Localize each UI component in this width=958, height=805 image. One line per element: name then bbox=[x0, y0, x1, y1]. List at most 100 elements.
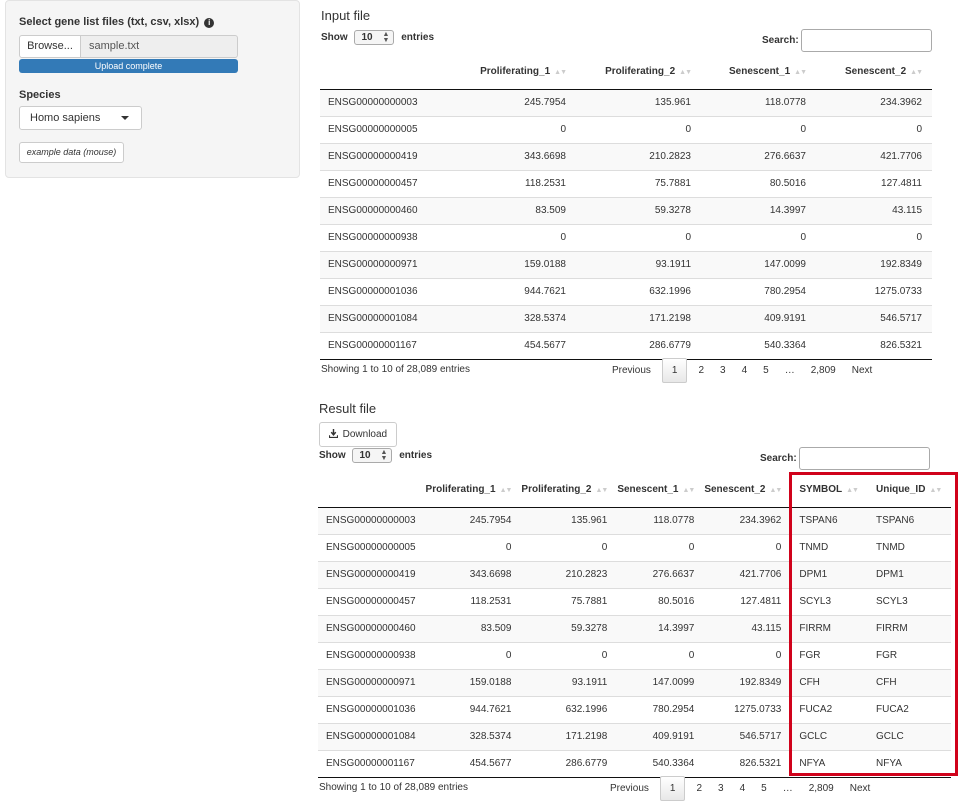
browse-button[interactable]: Browse... bbox=[19, 35, 81, 58]
next-page-button[interactable]: Next bbox=[844, 358, 881, 383]
table-cell: 421.7706 bbox=[816, 142, 932, 170]
table-row[interactable]: ENSG00000000457 118.2531 75.7881 80.5016 127… bbox=[318, 587, 952, 615]
table-row[interactable]: ENSG00000001167 454.5677 286.6779 540.3364 8… bbox=[320, 331, 932, 360]
example-data-button[interactable]: example data (mouse) bbox=[19, 142, 124, 163]
table-cell: ENSG00000001167 bbox=[320, 331, 460, 360]
table-cell: NFYA bbox=[867, 749, 952, 778]
page-button[interactable]: 2,809 bbox=[801, 776, 842, 801]
sort-icon: ▲▼ bbox=[769, 486, 782, 494]
table-cell: 454.5677 bbox=[425, 749, 522, 778]
input-pagination: Previous 1 2 3 4 5… 2,809 Next bbox=[604, 358, 880, 383]
page-button[interactable]: 1 bbox=[661, 358, 688, 383]
table-cell: 409.9191 bbox=[701, 304, 816, 332]
result-search-label: Search: bbox=[760, 453, 797, 464]
page-button[interactable]: 5 bbox=[755, 358, 777, 383]
table-row[interactable]: ENSG00000001167 454.5677 286.6779 540.3364 8… bbox=[318, 749, 952, 778]
page-button[interactable]: 3 bbox=[712, 358, 734, 383]
table-row[interactable]: ENSG00000000457 118.2531 75.7881 80.5016 127… bbox=[320, 169, 932, 197]
table-row[interactable]: ENSG00000000003 245.7954 135.961 118.0778 23… bbox=[318, 507, 952, 534]
table-cell: 127.4811 bbox=[816, 169, 932, 197]
table-cell: 343.6698 bbox=[425, 560, 522, 588]
previous-page-button[interactable]: Previous bbox=[602, 776, 657, 801]
page-button[interactable]: 2,809 bbox=[803, 358, 844, 383]
column-header[interactable]: Senescent_1 ▲▼ bbox=[617, 472, 705, 508]
table-cell: 944.7621 bbox=[460, 277, 576, 305]
table-cell: 80.5016 bbox=[617, 587, 705, 615]
table-cell: 59.3278 bbox=[576, 196, 701, 224]
page-button[interactable]: 4 bbox=[732, 776, 754, 801]
table-row[interactable]: ENSG00000000971 159.0188 93.1911 147.0099 19… bbox=[320, 250, 932, 278]
download-button[interactable]: Download bbox=[319, 422, 397, 447]
species-select[interactable]: Homo sapiens bbox=[19, 106, 142, 130]
column-header-label: Senescent_2 bbox=[844, 65, 907, 77]
sort-icon: ▲▼ bbox=[846, 486, 859, 494]
table-row[interactable]: ENSG00000000460 83.509 59.3278 14.3997 43.11… bbox=[318, 614, 952, 642]
table-cell: 0 bbox=[701, 223, 816, 251]
page-button[interactable]: 3 bbox=[710, 776, 732, 801]
table-row[interactable]: ENSG00000001084 328.5374 171.2198 409.9191 5… bbox=[318, 722, 952, 750]
column-header[interactable]: Unique_ID ▲▼ bbox=[867, 472, 952, 508]
table-row[interactable]: ENSG00000000419 343.6698 210.2823 276.6637 4… bbox=[318, 560, 952, 588]
table-cell: 276.6637 bbox=[617, 560, 705, 588]
result-length-select[interactable]: 10 ▲ ▼ bbox=[352, 448, 393, 463]
previous-page-button[interactable]: Previous bbox=[604, 358, 659, 383]
table-row[interactable]: ENSG00000000938 0 0 0 0 bbox=[320, 223, 932, 251]
table-cell: ENSG00000000005 bbox=[318, 533, 426, 561]
next-page-button[interactable]: Next bbox=[842, 776, 879, 801]
column-header[interactable]: SYMBOL ▲▼ bbox=[791, 472, 868, 508]
result-length-control: Show 10 ▲ ▼ entries bbox=[319, 448, 432, 463]
table-cell: DPM1 bbox=[867, 560, 952, 588]
table-row[interactable]: ENSG00000000419 343.6698 210.2823 276.6637 4… bbox=[320, 142, 932, 170]
table-row[interactable]: ENSG00000000005 0 0 0 0 TNMD TNMD bbox=[318, 533, 952, 561]
table-row[interactable]: ENSG00000000971 159.0188 93.1911 147.0099 19… bbox=[318, 668, 952, 696]
table-cell: 0 bbox=[816, 223, 932, 251]
page-button[interactable]: 5 bbox=[753, 776, 775, 801]
table-row[interactable]: ENSG00000001036 944.7621 632.1996 780.2954 1… bbox=[320, 277, 932, 305]
sort-icon: ▲▼ bbox=[595, 486, 608, 494]
page-button[interactable]: 1 bbox=[659, 776, 686, 801]
page-button[interactable]: … bbox=[775, 776, 801, 801]
table-cell: TSPAN6 bbox=[867, 507, 952, 534]
input-search-input[interactable] bbox=[801, 29, 932, 52]
column-header[interactable]: Senescent_2 ▲▼ bbox=[704, 472, 792, 508]
input-search-label: Search: bbox=[762, 35, 799, 46]
page-button[interactable]: 2 bbox=[688, 776, 710, 801]
column-header[interactable]: Proliferating_2 ▲▼ bbox=[576, 54, 701, 90]
table-row[interactable]: ENSG00000000460 83.509 59.3278 14.3997 43.11… bbox=[320, 196, 932, 224]
column-header[interactable]: Senescent_2 ▲▼ bbox=[816, 54, 932, 90]
table-cell: 192.8349 bbox=[816, 250, 932, 278]
page-button[interactable]: 4 bbox=[734, 358, 756, 383]
table-cell: 1275.0733 bbox=[704, 695, 792, 723]
table-cell: 59.3278 bbox=[521, 614, 618, 642]
table-cell: TNMD bbox=[791, 533, 868, 561]
input-file-title: Input file bbox=[321, 8, 371, 23]
info-icon[interactable]: i bbox=[204, 18, 215, 28]
table-row[interactable]: ENSG00000000005 0 0 0 0 bbox=[320, 115, 932, 143]
table-cell: ENSG00000001084 bbox=[318, 722, 426, 750]
table-cell: SCYL3 bbox=[867, 587, 952, 615]
column-header[interactable]: Senescent_1 ▲▼ bbox=[701, 54, 816, 90]
table-cell: 43.115 bbox=[816, 196, 932, 224]
column-header-label: Proliferating_2 bbox=[521, 483, 592, 495]
table-row[interactable]: ENSG00000000003 245.7954 135.961 118.0778 23… bbox=[320, 89, 932, 116]
table-cell: GCLC bbox=[867, 722, 952, 750]
table-cell: 546.5717 bbox=[704, 722, 792, 750]
table-row[interactable]: ENSG00000000938 0 0 0 0 FGR FGR bbox=[318, 641, 952, 669]
table-cell: 0 bbox=[816, 115, 932, 143]
page-button[interactable]: 2 bbox=[690, 358, 712, 383]
sort-icon: ▲▼ bbox=[679, 68, 692, 76]
column-header[interactable]: Proliferating_1 ▲▼ bbox=[460, 54, 576, 90]
table-cell: 826.5321 bbox=[816, 331, 932, 360]
file-name-field: sample.txt bbox=[81, 35, 238, 58]
column-header[interactable]: Proliferating_2 ▲▼ bbox=[521, 472, 618, 508]
result-search-input[interactable] bbox=[799, 447, 930, 470]
column-header[interactable]: Proliferating_1 ▲▼ bbox=[425, 472, 522, 508]
page-button[interactable]: … bbox=[777, 358, 803, 383]
table-cell: 192.8349 bbox=[704, 668, 792, 696]
table-row[interactable]: ENSG00000001084 328.5374 171.2198 409.9191 5… bbox=[320, 304, 932, 332]
table-cell: 632.1996 bbox=[576, 277, 701, 305]
table-cell: 540.3364 bbox=[701, 331, 816, 360]
input-length-select[interactable]: 10 ▲ ▼ bbox=[354, 30, 395, 45]
result-entries-label: entries bbox=[399, 450, 433, 462]
table-row[interactable]: ENSG00000001036 944.7621 632.1996 780.2954 1… bbox=[318, 695, 952, 723]
